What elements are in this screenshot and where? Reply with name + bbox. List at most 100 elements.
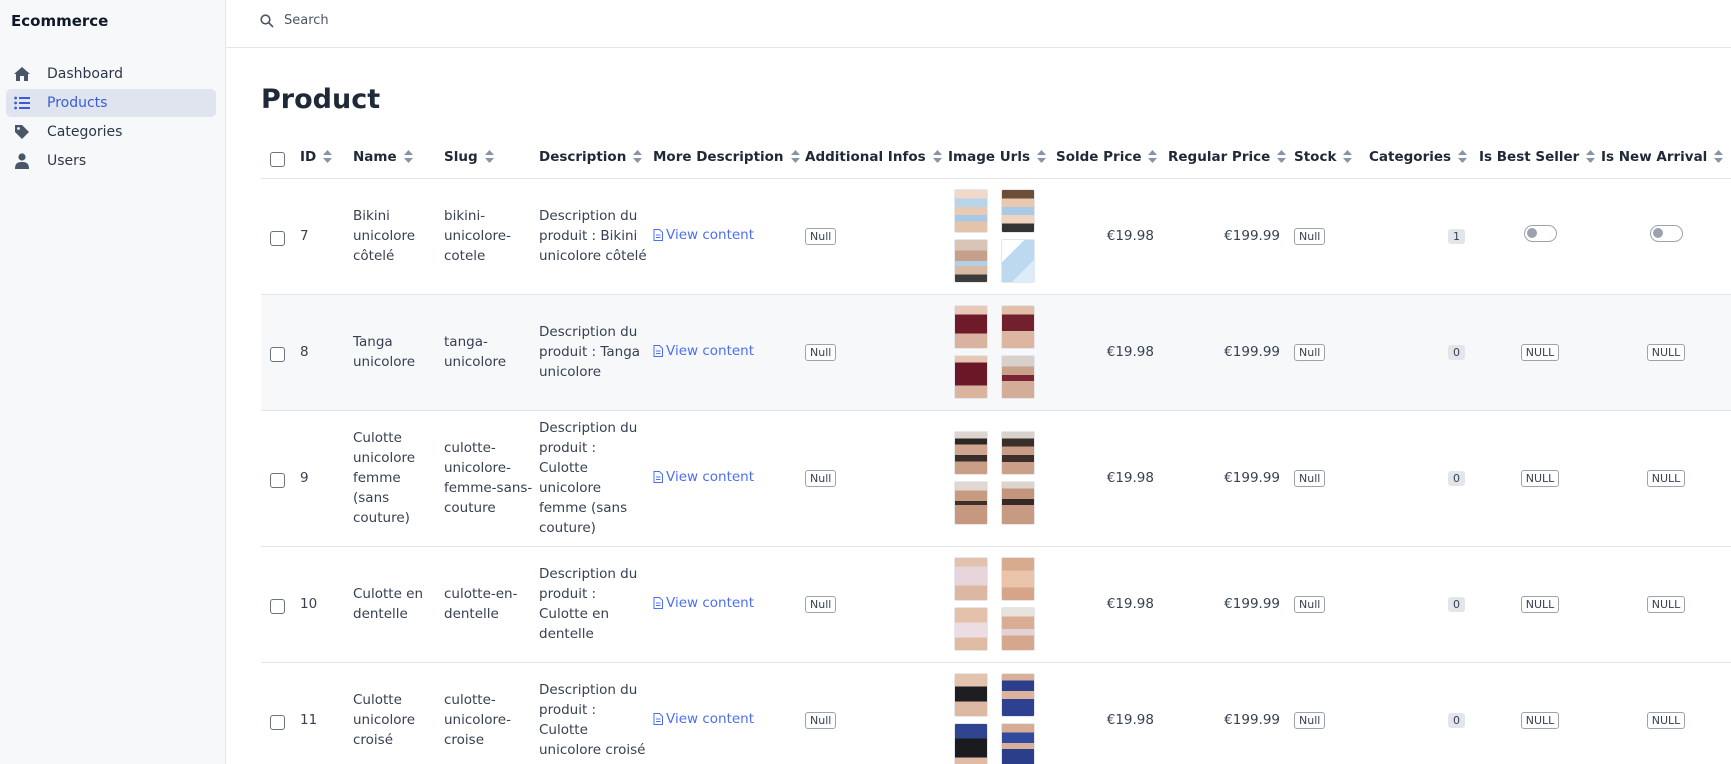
null-badge: NULL: [1646, 344, 1686, 361]
view-content-link[interactable]: View content: [653, 467, 754, 487]
table-row[interactable]: 8 Tanga unicolore tanga-unicolore Descri…: [261, 294, 1731, 411]
more-description-cell: View content: [653, 294, 805, 411]
column-header-solde-price[interactable]: Solde Price: [1056, 136, 1168, 179]
best-seller-cell: NULL: [1479, 546, 1601, 663]
row-select-cell: [261, 178, 300, 295]
column-header-categories[interactable]: Categories: [1369, 136, 1479, 179]
view-content-link[interactable]: View content: [653, 709, 754, 729]
column-header-name[interactable]: Name: [353, 136, 444, 179]
product-thumbnail[interactable]: [954, 723, 988, 764]
row-checkbox[interactable]: [270, 599, 285, 614]
view-content-link[interactable]: View content: [653, 341, 754, 361]
best-seller-toggle[interactable]: [1523, 224, 1557, 242]
product-thumbnail[interactable]: [1001, 431, 1035, 475]
solde-price-cell: €19.98: [1056, 178, 1168, 295]
sort-icon: [1343, 150, 1353, 164]
column-header-slug[interactable]: Slug: [444, 136, 539, 179]
product-thumbnail[interactable]: [1001, 355, 1035, 399]
sidebar-item-dashboard[interactable]: Dashboard: [6, 60, 216, 88]
column-header-additional-infos[interactable]: Additional Infos: [805, 136, 948, 179]
product-thumbnail[interactable]: [954, 305, 988, 349]
null-badge: Null: [1294, 596, 1326, 613]
sort-icon: [1586, 150, 1596, 164]
row-select-cell: [261, 294, 300, 411]
table-header-row: ID Name Slug Description More Descriptio…: [261, 136, 1731, 179]
row-checkbox[interactable]: [270, 473, 285, 488]
product-thumbnail[interactable]: [1001, 673, 1035, 717]
stock-cell: Null: [1294, 546, 1369, 663]
product-thumbnail[interactable]: [1001, 305, 1035, 349]
product-thumbnail[interactable]: [954, 481, 988, 525]
column-header-image-urls[interactable]: Image Urls: [948, 136, 1056, 179]
sort-icon: [1037, 150, 1047, 164]
name-cell: Tanga unicolore: [353, 294, 444, 411]
id-cell: 8: [300, 294, 353, 411]
product-thumbnail[interactable]: [954, 355, 988, 399]
row-select-cell: [261, 410, 300, 547]
home-icon: [12, 66, 32, 82]
column-header-is-best-seller[interactable]: Is Best Seller: [1479, 136, 1601, 179]
sidebar-nav: Dashboard Products Categories Users: [6, 60, 216, 176]
new-arrival-cell: NULL: [1601, 662, 1731, 764]
product-table: ID Name Slug Description More Descriptio…: [261, 136, 1731, 764]
stock-cell: Null: [1294, 662, 1369, 764]
name-cell: Bikini unicolore côtelé: [353, 178, 444, 295]
product-thumbnail[interactable]: [954, 239, 988, 283]
new-arrival-toggle[interactable]: [1649, 224, 1683, 242]
null-badge: Null: [1294, 470, 1326, 487]
sidebar-item-users[interactable]: Users: [6, 147, 216, 175]
table-row[interactable]: 10 Culotte en dentelle culotte-en-dentel…: [261, 546, 1731, 663]
product-thumbnail[interactable]: [1001, 723, 1035, 764]
categories-cell: 0: [1369, 546, 1479, 663]
product-thumbnail[interactable]: [1001, 607, 1035, 651]
categories-cell: 1: [1369, 178, 1479, 295]
column-header-description[interactable]: Description: [539, 136, 653, 179]
row-checkbox[interactable]: [270, 347, 285, 362]
product-thumbnail[interactable]: [1001, 557, 1035, 601]
table-row[interactable]: 7 Bikini unicolore côtelé bikini-unicolo…: [261, 178, 1731, 295]
view-content-link[interactable]: View content: [653, 593, 754, 613]
document-icon: [653, 229, 663, 241]
column-header-is-new-arrival[interactable]: Is New Arrival: [1601, 136, 1731, 179]
product-thumbnail[interactable]: [954, 189, 988, 233]
id-cell: 7: [300, 178, 353, 295]
column-header-regular-price[interactable]: Regular Price: [1168, 136, 1294, 179]
sort-icon: [932, 150, 942, 164]
sort-icon: [1458, 150, 1468, 164]
product-thumbnail[interactable]: [954, 431, 988, 475]
product-thumbnail[interactable]: [954, 673, 988, 717]
column-header-id[interactable]: ID: [300, 136, 353, 179]
image-urls-cell: [948, 294, 1056, 411]
sidebar-item-categories[interactable]: Categories: [6, 118, 216, 146]
row-checkbox[interactable]: [270, 231, 285, 246]
product-thumbnail[interactable]: [1001, 239, 1035, 283]
null-badge: NULL: [1646, 596, 1686, 613]
row-checkbox[interactable]: [270, 715, 285, 730]
column-header-more-description[interactable]: More Description: [653, 136, 805, 179]
product-thumbnail[interactable]: [1001, 481, 1035, 525]
description-cell: Description du produit : Culotte unicolo…: [539, 410, 653, 547]
document-icon: [653, 597, 663, 609]
document-icon: [653, 713, 663, 725]
view-content-link[interactable]: View content: [653, 225, 754, 245]
page-title: Product: [261, 84, 381, 115]
document-icon: [653, 471, 663, 483]
solde-price-cell: €19.98: [1056, 410, 1168, 547]
sidebar-item-products[interactable]: Products: [6, 89, 216, 117]
select-all-checkbox[interactable]: [270, 151, 285, 167]
table-row[interactable]: 11 Culotte unicolore croisé culotte-unic…: [261, 662, 1731, 764]
stock-cell: Null: [1294, 294, 1369, 411]
table-row[interactable]: 9 Culotte unicolore femme (sans couture)…: [261, 410, 1731, 547]
name-cell: Culotte unicolore croisé: [353, 662, 444, 764]
sort-icon: [403, 150, 413, 164]
product-thumbnail[interactable]: [954, 607, 988, 651]
product-thumbnail[interactable]: [954, 557, 988, 601]
search-input[interactable]: [284, 9, 784, 31]
additional-infos-cell: Null: [805, 410, 948, 547]
column-header-stock[interactable]: Stock: [1294, 136, 1369, 179]
top-bar: [226, 0, 1731, 48]
categories-count-badge: 0: [1448, 345, 1465, 360]
product-thumbnail[interactable]: [1001, 189, 1035, 233]
sidebar-item-label: Users: [47, 153, 87, 169]
more-description-cell: View content: [653, 546, 805, 663]
